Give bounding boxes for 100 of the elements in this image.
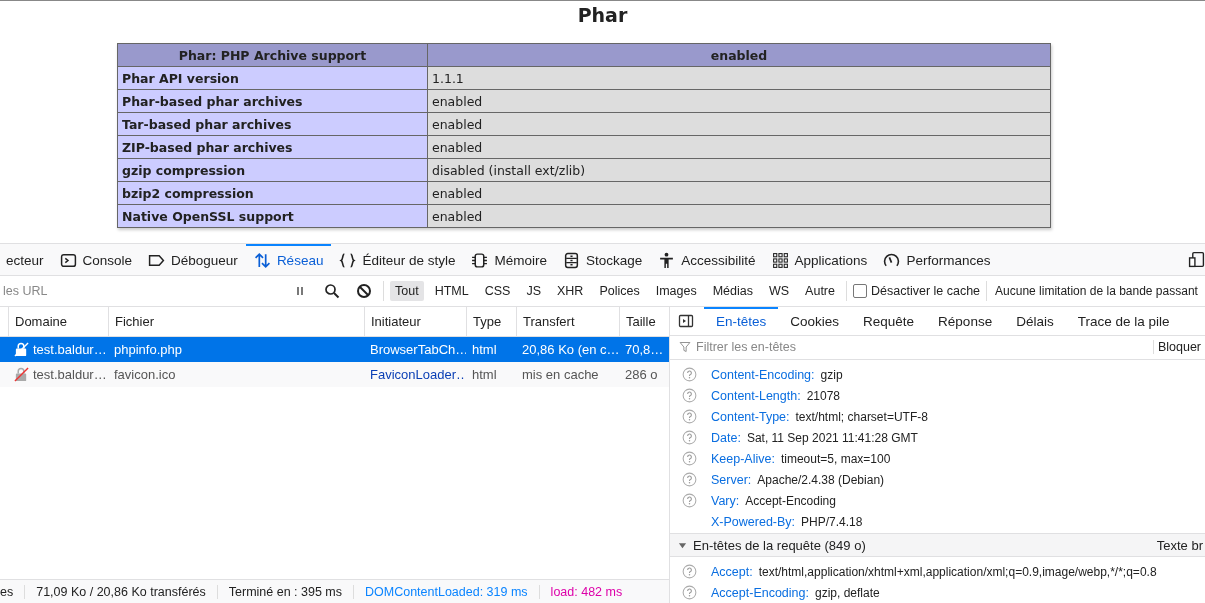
help-icon[interactable] [682, 493, 697, 509]
section-title: En-têtes de la requête (849 o) [693, 537, 867, 553]
header-name: Content-Encoding: [711, 367, 815, 382]
devtools-tab[interactable]: Stockage [555, 244, 651, 275]
type-filter-button[interactable]: Médias [707, 281, 758, 301]
help-icon[interactable] [682, 472, 697, 488]
status-text: load: 482 ms [538, 584, 634, 599]
type-filter-button[interactable]: HTML [429, 281, 474, 301]
type-filter-button[interactable]: JS [521, 281, 546, 301]
type-filter-button[interactable]: Autre [800, 281, 840, 301]
table-label-cell: gzip compression [117, 158, 428, 182]
detail-tab[interactable]: Cookies [778, 307, 852, 335]
detail-tab[interactable]: En-têtes [704, 307, 779, 335]
checkbox[interactable] [853, 284, 867, 298]
chip-icon [471, 252, 489, 269]
table-label-cell: Native OpenSSL support [117, 204, 428, 228]
help-icon[interactable] [682, 585, 697, 600]
type-text: html [471, 342, 498, 357]
table-value-cell: enabled [427, 204, 1051, 228]
detail-tab[interactable]: Requête [851, 307, 927, 335]
type-filter-button[interactable]: XHR [551, 281, 589, 301]
header-value: PHP/7.4.18 [801, 514, 863, 529]
table-header-cell: Phar: PHP Archive support [117, 43, 428, 67]
storage-icon [563, 252, 580, 269]
block-icon[interactable] [356, 283, 372, 299]
header-name: Content-Type: [711, 409, 790, 424]
detail-tab[interactable]: Réponse [926, 307, 1005, 335]
type-filter-button[interactable]: WS [763, 281, 795, 301]
devtools-tab[interactable]: Console [51, 244, 141, 275]
expand-triangle-icon[interactable] [678, 540, 687, 550]
checkbox-label: Désactiver le cache [871, 284, 981, 298]
size-text: 70,8… [624, 342, 665, 357]
column-header[interactable]: Type [466, 307, 516, 336]
detail-tab[interactable]: Délais [1004, 307, 1066, 335]
help-icon[interactable] [682, 388, 697, 404]
table-header-cell: enabled [427, 43, 1051, 67]
status-text: es [0, 584, 15, 599]
raw-toggle[interactable]: Texte br [1156, 537, 1205, 553]
tag-icon [148, 252, 166, 269]
header-name: Accept-Encoding: [711, 585, 809, 600]
responsive-design-icon[interactable] [1188, 251, 1205, 268]
throttling-dropdown[interactable]: Aucune limitation de la bande passant [993, 284, 1198, 298]
funnel-icon [679, 341, 691, 354]
table-label-cell: Tar-based phar archives [117, 112, 428, 136]
devtools-tab[interactable]: Réseau [245, 244, 332, 275]
domain-text: test.baldur… [33, 367, 107, 382]
help-icon[interactable] [682, 430, 697, 446]
devtools-tab[interactable]: Applications [763, 244, 876, 275]
detail-tab[interactable]: Trace de la pile [1065, 307, 1182, 335]
type-filter-button[interactable]: Images [650, 281, 702, 301]
type-filter-button[interactable]: Polices [594, 281, 645, 301]
devtools-tab[interactable]: ecteur [0, 244, 52, 275]
column-header[interactable]: Fichier [108, 307, 364, 336]
page-title: Phar [577, 4, 628, 26]
domain-text: test.baldur… [33, 342, 107, 357]
header-name: Content-Length: [711, 388, 801, 403]
table-label-cell: Phar-based phar archives [117, 89, 428, 113]
grid-icon [771, 252, 789, 269]
header-value: Sat, 11 Sep 2021 11:41:28 GMT [746, 430, 918, 445]
column-header[interactable]: Domaine [8, 307, 108, 336]
column-header[interactable]: Initiateur [364, 307, 466, 336]
help-icon[interactable] [682, 564, 697, 579]
table-value-cell: disabled (install ext/zlib) [427, 158, 1051, 182]
column-header[interactable]: Transfert [516, 307, 619, 336]
devtools-tab[interactable]: Débogueur [140, 244, 246, 275]
help-icon[interactable] [682, 367, 697, 383]
help-icon[interactable] [682, 451, 697, 467]
table-value-cell: enabled [427, 181, 1051, 205]
status-text: DOMContentLoaded: 319 ms [353, 584, 539, 599]
help-icon[interactable] [682, 409, 697, 425]
devtools-tab[interactable]: Performances [875, 244, 999, 275]
crossed-lock-icon [14, 367, 29, 382]
initiator-link[interactable]: FaviconLoader… [364, 367, 466, 382]
size-text: 286 o [624, 367, 659, 382]
initiator-link[interactable]: BrowserTabCh… [364, 342, 466, 357]
search-icon[interactable] [324, 283, 340, 299]
type-text: html [471, 367, 498, 382]
type-filter-button[interactable]: CSS [479, 281, 516, 301]
header-name: Accept: [711, 564, 753, 579]
block-button[interactable]: Bloquer [1152, 340, 1205, 355]
console-icon [59, 252, 77, 269]
request-row[interactable]: test.baldur… phpinfo.php BrowserTabCh… html 20,86 Ko (en c… 70,8… [0, 337, 669, 362]
column-header[interactable]: Taille [619, 307, 669, 336]
sidebar-toggle-icon[interactable] [678, 312, 694, 329]
header-value: text/html,application/xhtml+xml,application/xml;q=0.9,image/webp,*/*;q=0.8 [758, 564, 1157, 579]
gauge-icon [883, 252, 901, 269]
request-row[interactable]: test.baldur… favicon.ico FaviconLoader… html mis en cache 286 o [0, 362, 669, 387]
devtools-tab[interactable]: Éditeur de style [331, 244, 464, 275]
header-name: Keep-Alive: [711, 451, 775, 466]
devtools-tab[interactable]: Mémoire [463, 244, 555, 275]
up-down-arrows-icon [253, 252, 271, 269]
file-text: phpinfo.php [113, 342, 183, 357]
devtools-tab[interactable]: Accessibilité [650, 244, 764, 275]
header-name: X-Powered-By: [711, 514, 796, 529]
status-text: Terminé en : 395 ms [216, 584, 353, 599]
header-value: gzip [820, 367, 843, 382]
header-value: Apache/2.4.38 (Debian) [757, 472, 885, 487]
type-filter-button[interactable]: Tout [390, 281, 424, 301]
header-value: text/html; charset=UTF-8 [795, 409, 928, 424]
header-value: Accept-Encoding [745, 493, 836, 508]
